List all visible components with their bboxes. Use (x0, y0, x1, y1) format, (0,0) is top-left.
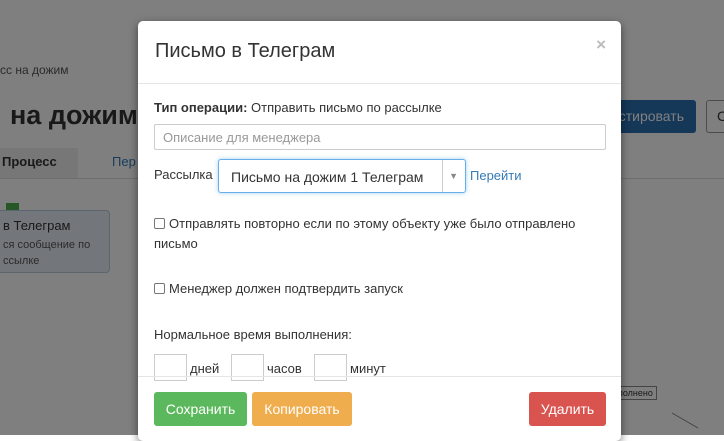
modal-title: Письмо в Телеграм (155, 40, 336, 62)
select-divider (442, 160, 443, 192)
resend-label: Отправлять повторно если по этому объект… (154, 216, 576, 251)
goto-link[interactable]: Перейти (470, 168, 522, 183)
resend-option[interactable]: Отправлять повторно если по этому объект… (154, 214, 606, 254)
days-unit: дней (190, 361, 220, 376)
mailing-select[interactable]: Письмо на дожим 1 Телеграм ▼ (218, 159, 466, 193)
mailing-label: Рассылка (154, 167, 213, 182)
copy-button[interactable]: Копировать (252, 392, 352, 426)
operation-type: Тип операции: Отправить письмо по рассыл… (154, 100, 442, 115)
operation-type-label: Тип операции: (154, 100, 248, 115)
delete-button[interactable]: Удалить (529, 392, 606, 426)
hours-unit: часов (267, 361, 302, 376)
mailing-select-value: Письмо на дожим 1 Телеграм (231, 169, 424, 185)
modal-dialog: Письмо в Телеграм × Тип операции: Отправ… (138, 21, 621, 441)
close-icon[interactable]: × (596, 35, 606, 55)
confirm-checkbox[interactable] (154, 283, 165, 294)
confirm-label: Менеджер должен подтвердить запуск (169, 281, 403, 296)
save-button[interactable]: Сохранить (154, 392, 247, 426)
description-input[interactable] (154, 124, 606, 150)
confirm-option[interactable]: Менеджер должен подтвердить запуск (154, 279, 403, 299)
resend-checkbox[interactable] (154, 218, 165, 229)
operation-type-value: Отправить письмо по рассылке (251, 100, 442, 115)
minutes-unit: минут (350, 361, 386, 376)
caret-down-icon[interactable]: ▼ (449, 171, 458, 181)
modal-footer: Сохранить Копировать Удалить (138, 376, 621, 441)
modal-header: Письмо в Телеграм × (138, 21, 621, 84)
normal-time-label: Нормальное время выполнения: (154, 327, 352, 342)
